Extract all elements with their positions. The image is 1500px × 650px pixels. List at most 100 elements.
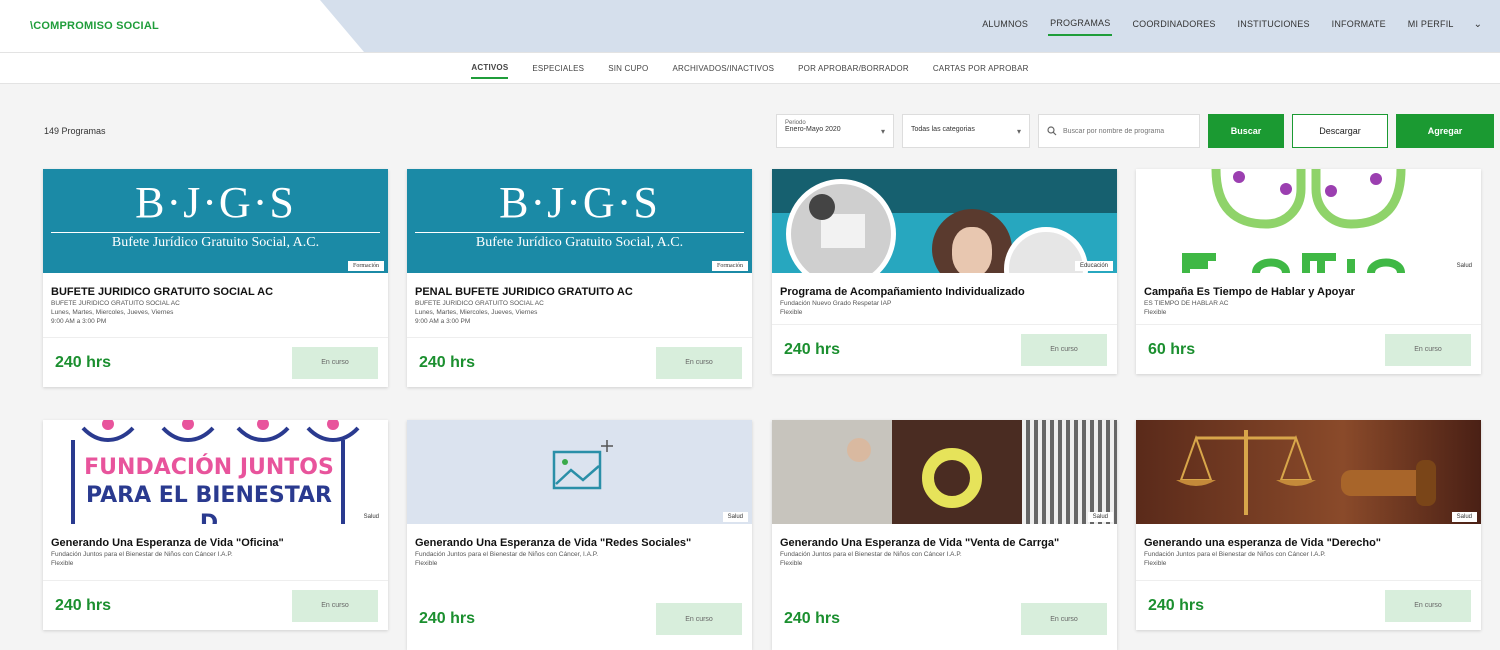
toolbar: Periodo Enero-Mayo 2020 ▾ Todas las cate…	[776, 114, 1494, 148]
card-title: Programa de Acompañamiento Individualiza…	[780, 286, 1025, 298]
program-card[interactable]: B·J·G·S Bufete Jurídico Gratuito Social,…	[407, 169, 752, 387]
category-badge: Formación	[348, 261, 384, 271]
card-image: Salud	[1136, 169, 1481, 273]
photo-circle-large	[786, 179, 896, 273]
status-button[interactable]: En curso	[292, 589, 378, 622]
program-card[interactable]: Educación Programa de Acompañamiento Ind…	[772, 169, 1117, 374]
program-card[interactable]: FUNDACIÓN JUNTOS PARA EL BIENESTAR D Sal…	[43, 420, 388, 630]
card-image: Educación	[772, 169, 1117, 273]
card-footer: 60 hrs En curso	[1136, 324, 1481, 374]
status-button[interactable]: En curso	[656, 346, 742, 379]
bjgs-logo-subtitle: Bufete Jurídico Gratuito Social, A.C.	[415, 232, 744, 251]
category-badge: Educación	[1074, 261, 1113, 271]
chevron-down-icon: ▾	[1016, 127, 1021, 136]
search-input[interactable]	[1063, 127, 1183, 135]
download-button[interactable]: Descargar	[1292, 114, 1388, 148]
status-button[interactable]: En curso	[1021, 603, 1107, 635]
card-title: PENAL BUFETE JURIDICO GRATUITO AC	[415, 286, 633, 298]
photo-railing	[1022, 420, 1117, 524]
card-institution: Fundación Juntos para el Bienestar de Ni…	[780, 551, 962, 558]
campaign-logo-icon	[1182, 169, 1406, 273]
chevron-down-icon[interactable]: ⌄	[1474, 19, 1482, 30]
category-badge: Salud	[1451, 512, 1477, 522]
card-hours: 240 hrs	[419, 610, 476, 627]
card-schedule: 9:00 AM a 3:00 PM	[51, 318, 107, 325]
card-title: BUFETE JURIDICO GRATUITO SOCIAL AC	[51, 286, 274, 298]
card-institution: Fundación Nuevo Grado Respetar IAP	[780, 300, 892, 307]
program-card[interactable]: Salud Generando Una Esperanza de Vida "V…	[772, 420, 1117, 650]
tab-sin-cupo[interactable]: SIN CUPO	[608, 59, 648, 78]
card-footer: 240 hrs En curso	[772, 324, 1117, 374]
program-card[interactable]: Salud Generando una esperanza de Vida "D…	[1136, 420, 1481, 630]
card-body: BUFETE JURIDICO GRATUITO SOCIAL AC BUFET…	[43, 273, 388, 332]
bjgs-logo-subtitle: Bufete Jurídico Gratuito Social, A.C.	[51, 232, 380, 251]
card-institution: BUFETE JURIDICO GRATUITO SOCIAL AC	[415, 300, 544, 307]
period-select[interactable]: Periodo Enero-Mayo 2020 ▾	[776, 114, 894, 148]
category-badge: Formación	[712, 261, 748, 271]
sub-nav: ACTIVOS ESPECIALES SIN CUPO ARCHIVADOS/I…	[0, 52, 1500, 84]
card-body: Generando Una Esperanza de Vida "Redes S…	[407, 524, 752, 574]
search-button[interactable]: Buscar	[1208, 114, 1284, 148]
category-badge: Salud	[1451, 261, 1477, 271]
card-body: Programa de Acompañamiento Individualiza…	[772, 273, 1117, 323]
search-box	[1038, 114, 1200, 148]
card-image: B·J·G·S Bufete Jurídico Gratuito Social,…	[43, 169, 388, 273]
foundation-logo-text: FUNDACIÓN JUNTOS PARA EL BIENESTAR D	[79, 454, 339, 524]
yellow-ribbon	[922, 448, 982, 508]
card-schedule: 9:00 AM a 3:00 PM	[415, 318, 471, 325]
card-image: Salud	[1136, 420, 1481, 524]
card-hours: 240 hrs	[55, 596, 112, 614]
tab-por-aprobar[interactable]: POR APROBAR/BORRADOR	[798, 59, 909, 78]
logo-line-2: PARA EL BIENESTAR D	[86, 483, 332, 524]
program-count: 149 Programas	[44, 126, 106, 136]
card-hours: 240 hrs	[784, 610, 841, 627]
search-icon	[1047, 126, 1057, 136]
program-card[interactable]: B·J·G·S Bufete Jurídico Gratuito Social,…	[43, 169, 388, 387]
program-card[interactable]: Salud Generando Una Esperanza de Vida "R…	[407, 420, 752, 650]
nav-alumnos[interactable]: ALUMNOS	[980, 13, 1030, 35]
nav-coordinadores[interactable]: COORDINADORES	[1130, 13, 1217, 35]
card-body: Generando Una Esperanza de Vida "Oficina…	[43, 524, 388, 574]
chevron-down-icon: ▾	[880, 127, 885, 136]
status-button[interactable]: En curso	[1021, 333, 1107, 366]
nav-instituciones[interactable]: INSTITUCIONES	[1236, 13, 1312, 35]
card-image: Salud	[407, 420, 752, 524]
card-institution: Fundación Juntos para el Bienestar de Ni…	[415, 551, 599, 558]
card-hours: 60 hrs	[1148, 340, 1196, 358]
status-button[interactable]: En curso	[656, 603, 742, 635]
tab-archivados[interactable]: ARCHIVADOS/INACTIVOS	[672, 59, 774, 78]
card-footer: 240 hrs En curso	[772, 601, 1117, 637]
app-logo[interactable]: \COMPROMISO SOCIAL	[30, 20, 159, 32]
card-title: Generando Una Esperanza de Vida "Oficina…	[51, 537, 284, 549]
photo-wall	[772, 420, 892, 524]
tab-cartas[interactable]: CARTAS POR APROBAR	[933, 59, 1029, 78]
card-title: Campaña Es Tiempo de Hablar y Apoyar	[1144, 286, 1355, 298]
category-badge: Salud	[1087, 512, 1113, 522]
status-button[interactable]: En curso	[292, 346, 378, 379]
bjgs-logo-text: B·J·G·S	[135, 178, 296, 227]
category-select[interactable]: Todas las categorias ▾	[902, 114, 1030, 148]
card-institution: Fundación Juntos para el Bienestar de Ni…	[1144, 551, 1326, 558]
tab-especiales[interactable]: ESPECIALES	[532, 59, 584, 78]
nav-informate[interactable]: INFORMATE	[1330, 13, 1388, 35]
person-photo	[847, 438, 871, 462]
nav-programas[interactable]: PROGRAMAS	[1048, 12, 1113, 36]
card-days: Lunes, Martes, Miercoles, Jueves, Vierne…	[415, 309, 538, 316]
period-value: Enero-Mayo 2020	[785, 126, 841, 133]
category-badge: Salud	[358, 512, 384, 522]
status-button[interactable]: En curso	[1385, 333, 1471, 366]
card-schedule: Flexible	[1144, 560, 1167, 567]
nav-mi-perfil[interactable]: MI PERFIL	[1406, 13, 1456, 35]
add-button[interactable]: Agregar	[1396, 114, 1494, 148]
card-schedule: Flexible	[51, 560, 74, 567]
program-card[interactable]: Salud Campaña Es Tiempo de Hablar y Apoy…	[1136, 169, 1481, 374]
card-title: Generando Una Esperanza de Vida "Redes S…	[415, 537, 692, 549]
tab-activos[interactable]: ACTIVOS	[471, 58, 509, 79]
status-button[interactable]: En curso	[1385, 589, 1471, 622]
card-hours: 240 hrs	[55, 353, 112, 371]
card-hours: 240 hrs	[419, 353, 476, 371]
card-body: PENAL BUFETE JURIDICO GRATUITO AC BUFETE…	[407, 273, 752, 332]
card-schedule: Flexible	[780, 309, 803, 316]
card-footer: 240 hrs En curso	[43, 337, 388, 387]
logo-line-1: FUNDACIÓN JUNTOS	[84, 455, 334, 480]
